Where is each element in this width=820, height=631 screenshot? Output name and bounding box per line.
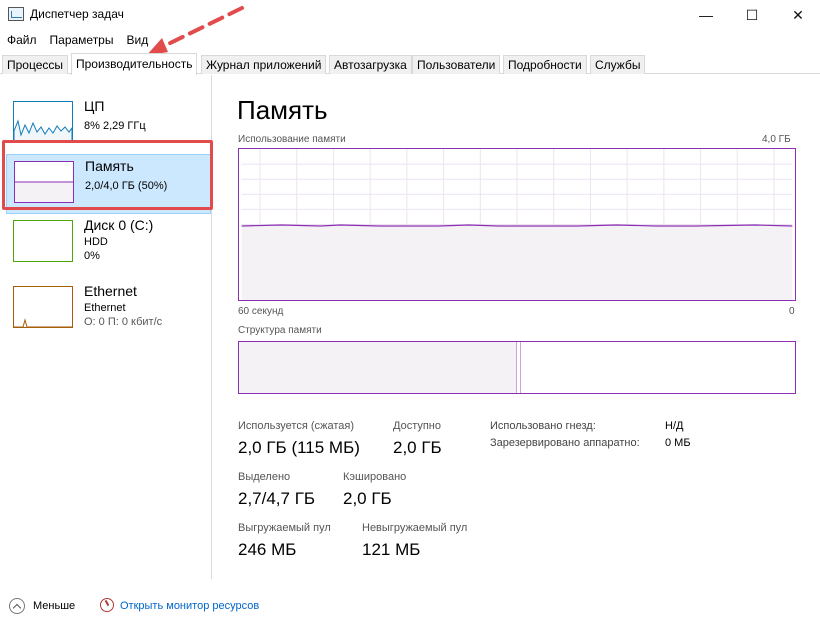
ethernet-thumbnail [13,286,73,328]
close-button[interactable]: ✕ [775,0,820,30]
resource-monitor-icon[interactable] [100,598,114,612]
cached-value: 2,0 ГБ [343,489,392,508]
cpu-thumbnail [13,101,73,143]
sidebar-cpu-title: ЦП [84,98,105,114]
task-manager-icon [8,7,24,21]
available-value: 2,0 ГБ [393,438,442,457]
menu-options[interactable]: Параметры [44,30,120,52]
committed-label: Выделено [238,471,291,483]
available-label: Доступно [393,420,442,432]
sidebar-disk-title: Диск 0 (C:) [84,217,154,233]
fewer-details-button[interactable]: Меньше [33,600,75,612]
sidebar-cpu-usage: 8% 2,29 ГГц [84,120,146,132]
slots-used-value: Н/Д [665,420,684,432]
memory-structure-divider [520,342,521,393]
menu-bar: Файл Параметры Вид [0,30,154,52]
maximize-button[interactable]: ☐ [729,0,775,30]
slots-used-label: Использовано гнезд: [490,420,596,432]
tab-performance[interactable]: Производительность [71,53,198,75]
sidebar-item-ethernet[interactable]: Ethernet Ethernet О: 0 П: 0 кбит/с [6,280,211,340]
tab-startup[interactable]: Автозагрузка [329,55,412,74]
time-axis-label: 60 секунд [238,306,284,317]
in-use-value: 2,0 ГБ (115 МБ) [238,438,360,457]
hardware-reserved-label: Зарезервировано аппаратно: [490,437,640,449]
open-resource-monitor-link[interactable]: Открыть монитор ресурсов [120,600,259,612]
page-title: Память [237,95,328,125]
committed-value: 2,7/4,7 ГБ [238,489,316,508]
time-axis-min: 0 [789,306,795,317]
tab-users[interactable]: Пользователи [412,55,501,74]
chevron-up-icon[interactable] [9,598,25,614]
nonpaged-pool-value: 121 МБ [362,540,421,559]
tab-services[interactable]: Службы [590,55,646,74]
sidebar-ethernet-throughput: О: 0 П: 0 кбит/с [84,316,163,328]
tab-processes[interactable]: Процессы [2,55,69,74]
footer: Меньше Открыть монитор ресурсов [0,590,820,631]
disk-thumbnail [13,220,73,262]
sidebar-item-disk[interactable]: Диск 0 (C:) HDD 0% [6,214,211,274]
sidebar-disk-usage: 0% [84,250,100,262]
sidebar-ethernet-adapter: Ethernet [84,302,126,314]
hardware-reserved-value: 0 МБ [665,437,691,449]
memory-structure-in-use [239,342,517,393]
cached-label: Кэшировано [343,471,407,483]
annotation-arrow [146,6,244,56]
sidebar-disk-type: HDD [84,236,108,248]
memory-structure-bar [238,341,796,394]
nonpaged-pool-label: Невыгружаемый пул [362,522,468,534]
memory-usage-label: Использование памяти [238,134,346,145]
memory-structure-label: Структура памяти [238,325,322,336]
menu-file[interactable]: Файл [1,30,43,52]
minimize-button[interactable]: — [683,0,729,30]
annotation-highlight-box [2,140,213,210]
sidebar-ethernet-title: Ethernet [84,283,137,299]
tab-details[interactable]: Подробности [503,55,587,74]
paged-pool-value: 246 МБ [238,540,297,559]
tab-strip: Процессы Производительность Журнал прило… [0,53,820,75]
paged-pool-label: Выгружаемый пул [238,522,331,534]
title-bar: Диспетчер задач — ☐ ✕ [0,0,820,30]
memory-usage-max: 4,0 ГБ [762,134,791,145]
memory-usage-chart [238,148,796,301]
window-title: Диспетчер задач [30,7,124,21]
in-use-label: Используется (сжатая) [238,420,355,432]
